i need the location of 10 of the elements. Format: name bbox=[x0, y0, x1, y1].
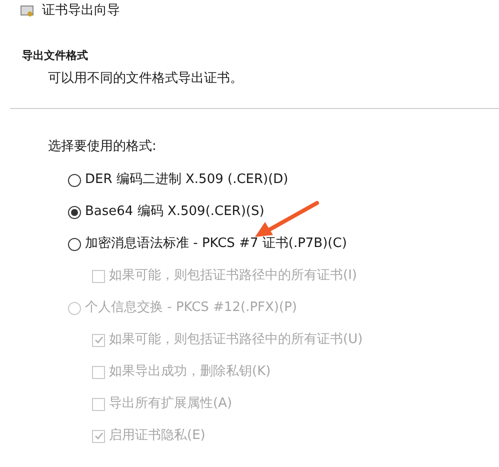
format-radio[interactable]: DER 编码二进制 X.509 (.CER)(D) bbox=[68, 170, 499, 190]
window-title: 证书导出向导 bbox=[42, 2, 120, 20]
section-subtitle: 可以用不同的文件格式导出证书。 bbox=[47, 70, 244, 88]
format-radio[interactable]: 加密消息语法标准 - PKCS #7 证书(.P7B)(C) bbox=[68, 234, 499, 254]
section-title: 导出文件格式 bbox=[22, 48, 89, 64]
certificate-icon bbox=[20, 5, 34, 17]
format-radio[interactable]: Base64 编码 X.509(.CER)(S) bbox=[68, 202, 499, 222]
check-icon bbox=[94, 335, 104, 345]
check-icon bbox=[94, 431, 104, 441]
format-prompt: 选择要使用的格式: bbox=[48, 138, 158, 156]
